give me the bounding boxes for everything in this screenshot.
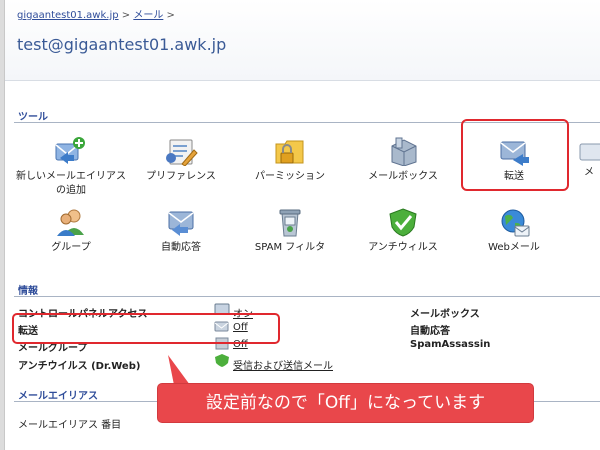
- forwarding-highlight: [461, 119, 569, 191]
- tool-label: Webメール: [488, 242, 540, 253]
- mailbox-icon: [391, 137, 417, 166]
- tool-permissions[interactable]: パーミッション: [235, 136, 345, 184]
- tool-label: メ: [584, 167, 594, 178]
- breadcrumb-separator: >: [166, 10, 175, 21]
- antivirus-small-icon: [215, 354, 229, 367]
- tool-group[interactable]: グループ: [16, 207, 126, 255]
- info-label-mailbox: メールボックス: [410, 309, 480, 320]
- tool-antivirus[interactable]: アンチウィルス: [348, 207, 458, 255]
- info-heading: 情報: [18, 286, 38, 297]
- tool-add-alias[interactable]: 新しいメールエイリアス の追加: [16, 136, 126, 198]
- tool-label: メールボックス: [368, 171, 438, 182]
- autoresponder-icon: [168, 211, 194, 236]
- info-label-spamassassin: SpamAssassin: [410, 339, 491, 350]
- antivirus-icon: [389, 208, 417, 237]
- tool-label: パーミッション: [255, 171, 325, 182]
- page-title: test@gigaantest01.awk.jp: [17, 35, 227, 54]
- section-divider: [14, 296, 600, 297]
- add-alias-icon: [55, 137, 85, 164]
- tool-mailbox[interactable]: メールボックス: [348, 136, 458, 184]
- forwarding-off-highlight: [12, 313, 280, 344]
- preferences-icon: [166, 139, 198, 166]
- breadcrumb: gigaantest01.awk.jp > メール >: [17, 6, 175, 21]
- mail-icon: [579, 143, 600, 161]
- page-header: gigaantest01.awk.jp > メール > test@gigaant…: [5, 0, 600, 81]
- tool-label: アンチウィルス: [368, 242, 438, 253]
- tools-heading: ツール: [18, 112, 48, 123]
- permissions-icon: [275, 140, 304, 164]
- tool-mail-partial[interactable]: メ: [576, 136, 600, 180]
- tool-webmail[interactable]: Webメール: [459, 207, 569, 255]
- spam-filter-icon: [279, 209, 301, 237]
- webmail-icon: [501, 209, 530, 237]
- breadcrumb-home-link[interactable]: gigaantest01.awk.jp: [17, 10, 119, 21]
- info-value-antivirus[interactable]: 受信および送信メール: [233, 357, 333, 372]
- tool-label: グループ: [51, 242, 91, 253]
- alias-heading: メールエイリアス: [18, 391, 98, 402]
- tool-spam-filter[interactable]: SPAM フィルタ: [235, 207, 345, 255]
- info-label-antivirus: アンチウイルス (Dr.Web): [18, 361, 141, 372]
- breadcrumb-mail-link[interactable]: メール: [133, 10, 163, 21]
- annotation-callout: 設定前なので「Off」になっています: [157, 383, 534, 423]
- group-icon: [57, 209, 84, 236]
- info-label-autoresponder: 自動応答: [410, 326, 450, 337]
- tool-label: 新しいメールエイリアス の追加: [16, 171, 126, 196]
- tool-label: プリファレンス: [146, 171, 216, 182]
- tool-autoresponder[interactable]: 自動応答: [126, 207, 236, 255]
- tool-label: SPAM フィルタ: [254, 242, 326, 253]
- tool-preferences[interactable]: プリファレンス: [126, 136, 236, 184]
- breadcrumb-separator: >: [121, 10, 131, 21]
- tool-label: 自動応答: [161, 242, 201, 253]
- alias-list-item: メールエイリアス 番目: [18, 420, 122, 431]
